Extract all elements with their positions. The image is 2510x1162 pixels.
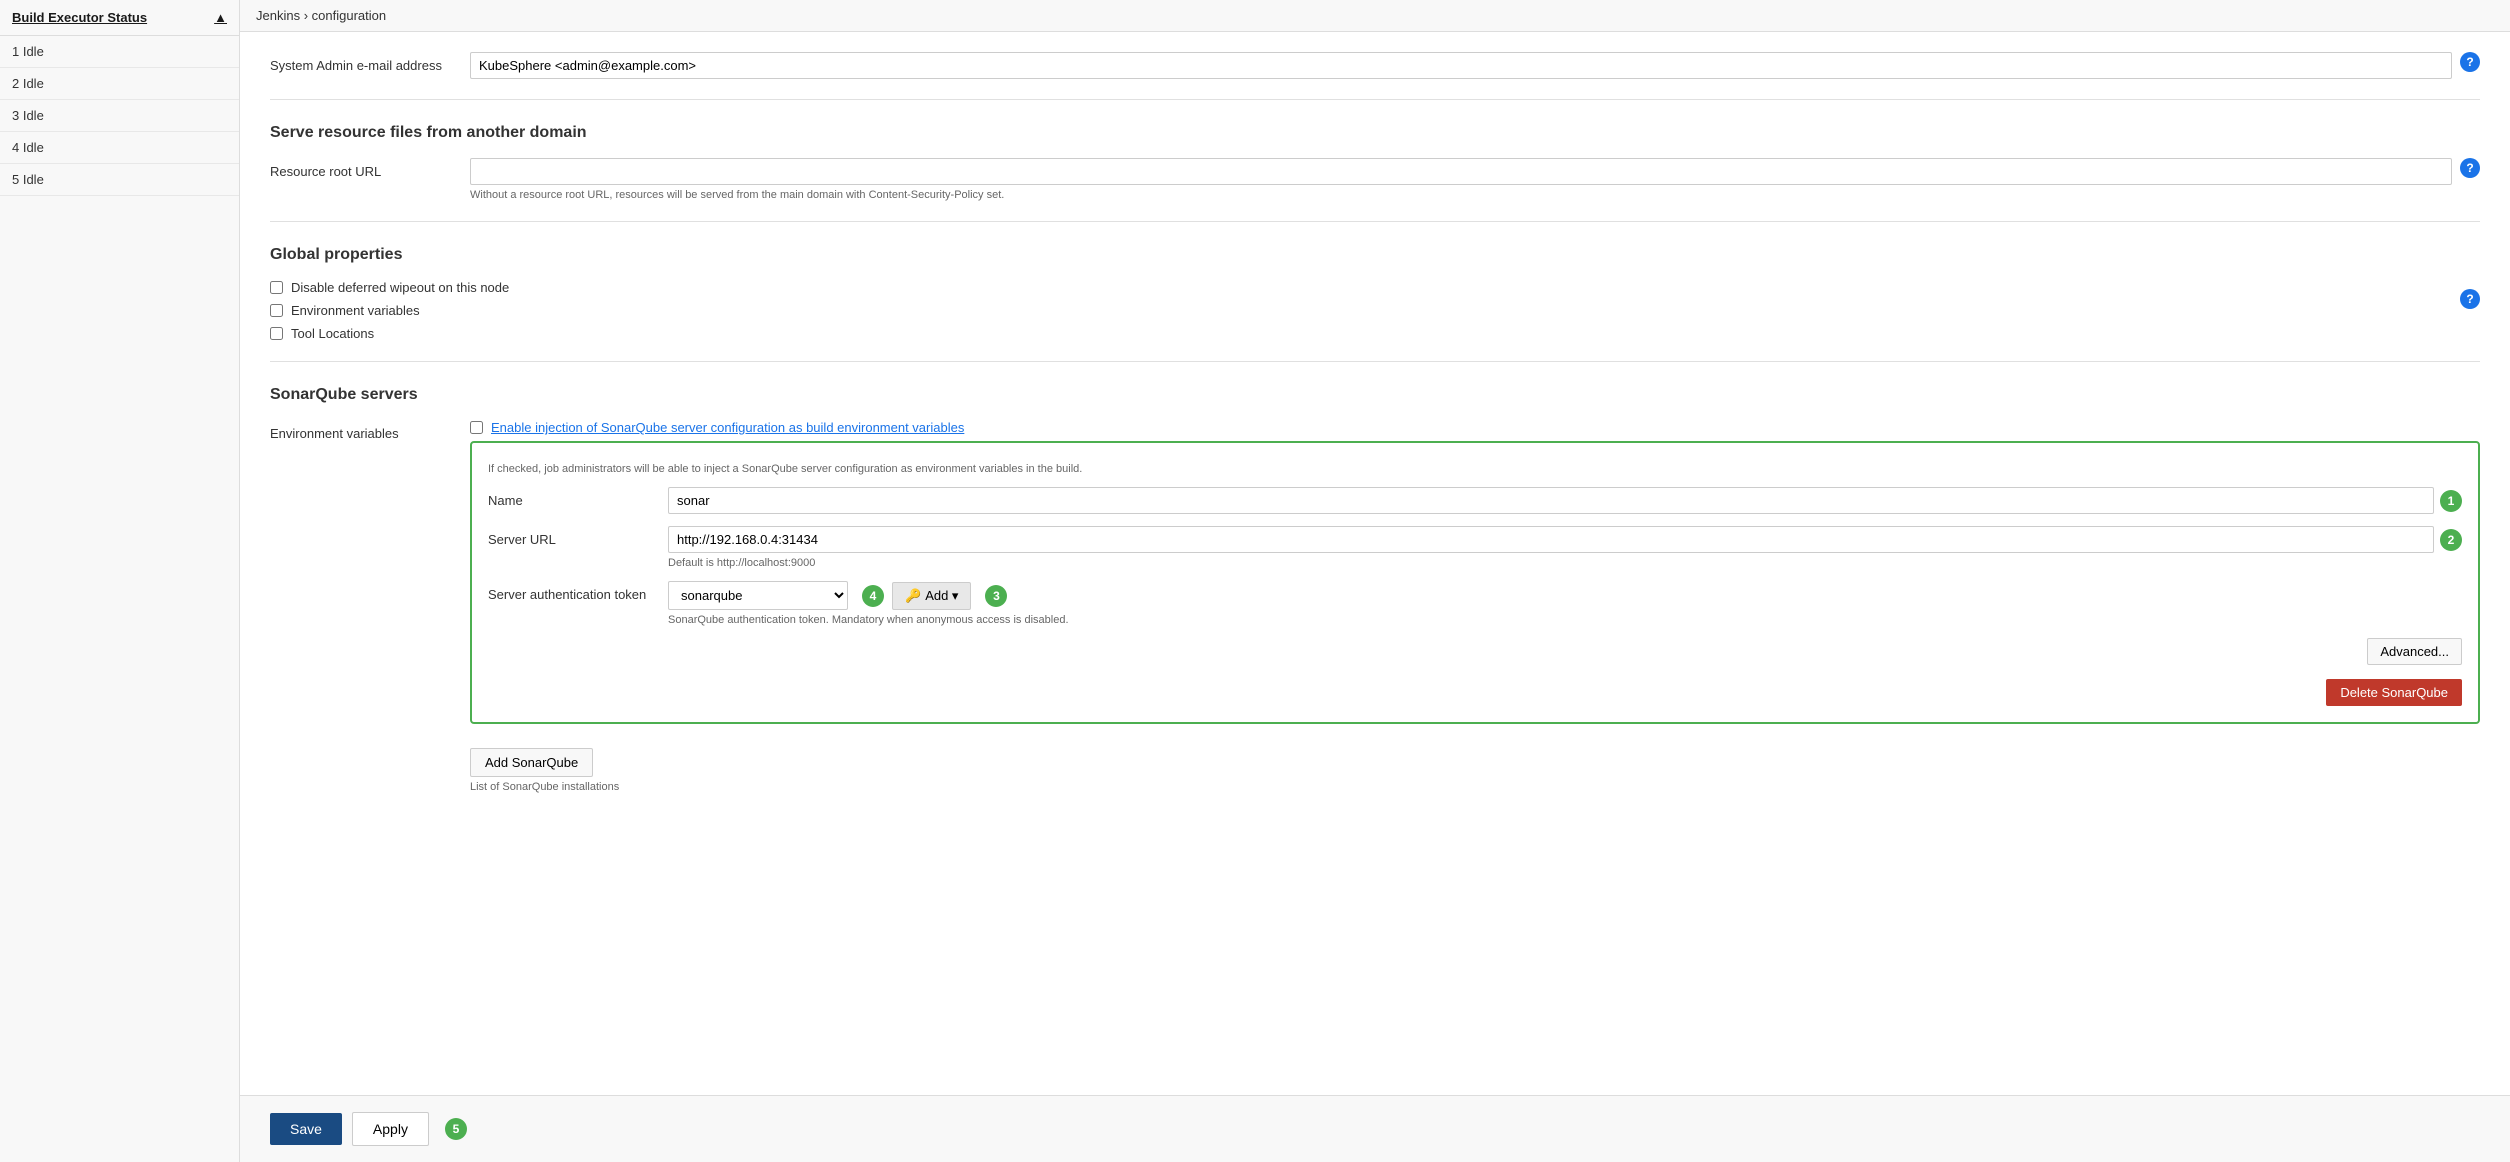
sonar-token-hint: SonarQube authentication token. Mandator… — [668, 614, 2462, 626]
sonar-url-control: 2 Default is http://localhost:9000 — [668, 526, 2462, 569]
resource-url-input[interactable] — [470, 158, 2452, 185]
tool-locations-row: Tool Locations — [270, 326, 2480, 341]
sonarqube-title: SonarQube servers — [270, 386, 2480, 404]
sonar-actions-row: Advanced... — [488, 638, 2462, 665]
sonar-name-label: Name — [488, 487, 668, 508]
resource-url-control: Without a resource root URL, resources w… — [470, 158, 2452, 201]
breadcrumb: Jenkins › configuration — [240, 0, 2510, 32]
sonar-token-select-badge: 4 — [862, 585, 884, 607]
sonar-list-hint: List of SonarQube installations — [470, 781, 2480, 793]
disable-wipeout-checkbox[interactable] — [270, 281, 283, 294]
env-variables-checkbox[interactable] — [270, 304, 283, 317]
env-variables-row: Environment variables — [270, 303, 2480, 318]
sidebar: Build Executor Status ▲ 1 Idle 2 Idle 3 … — [0, 0, 240, 1162]
sidebar-item-1: 1 Idle — [0, 36, 239, 68]
sonar-token-label: Server authentication token — [488, 581, 668, 602]
breadcrumb-configuration: configuration — [312, 8, 386, 23]
sonar-url-row: Server URL 2 Default is http://localhost… — [488, 526, 2462, 569]
sonar-url-hint: Default is http://localhost:9000 — [668, 557, 2462, 569]
sonarqube-section: SonarQube servers Environment variables … — [270, 361, 2480, 793]
sonar-env-checkbox-label: Enable injection of SonarQube server con… — [491, 420, 964, 435]
disable-wipeout-label: Disable deferred wipeout on this node — [291, 280, 509, 295]
advanced-button[interactable]: Advanced... — [2367, 638, 2462, 665]
global-props-title: Global properties — [270, 246, 2480, 264]
disable-wipeout-row: Disable deferred wipeout on this node — [270, 280, 2480, 295]
token-row: sonarqube 4 🔑 Add ▾ 3 — [668, 581, 2462, 610]
sonar-token-row: Server authentication token sonarqube 4 … — [488, 581, 2462, 626]
build-executor-status-label: Build Executor Status — [12, 10, 147, 25]
sonar-env-label: Environment variables — [270, 420, 470, 441]
save-button[interactable]: Save — [270, 1113, 342, 1145]
sonar-name-row: Name 1 — [488, 487, 2462, 514]
sonar-token-select[interactable]: sonarqube — [668, 581, 848, 610]
sysadmin-input[interactable] — [470, 52, 2452, 79]
collapse-icon[interactable]: ▲ — [214, 10, 227, 25]
sidebar-item-4: 4 Idle — [0, 132, 239, 164]
serve-resource-title: Serve resource files from another domain — [270, 124, 2480, 142]
apply-button[interactable]: Apply — [352, 1112, 429, 1146]
sidebar-item-3: 3 Idle — [0, 100, 239, 132]
resource-url-label: Resource root URL — [270, 158, 470, 179]
sonar-token-control: sonarqube 4 🔑 Add ▾ 3 SonarQube a — [668, 581, 2462, 626]
resource-url-help-icon[interactable]: ? — [2460, 158, 2480, 178]
sonar-env-row: Environment variables Enable injection o… — [270, 420, 2480, 793]
key-icon: 🔑 — [905, 588, 921, 604]
sonar-url-input[interactable] — [668, 526, 2434, 553]
footer: Save Apply 5 — [240, 1095, 2510, 1162]
sonar-name-control: 1 — [668, 487, 2462, 514]
sonar-env-hint: If checked, job administrators will be a… — [488, 463, 2462, 475]
breadcrumb-sep: › — [304, 8, 308, 23]
add-btn-label: Add ▾ — [925, 588, 958, 604]
sonar-env-control: Enable injection of SonarQube server con… — [470, 420, 2480, 793]
tool-locations-label: Tool Locations — [291, 326, 374, 341]
apply-badge: 5 — [445, 1118, 467, 1140]
sysadmin-help-icon[interactable]: ? — [2460, 52, 2480, 72]
sidebar-item-2: 2 Idle — [0, 68, 239, 100]
global-props-section: Global properties Disable deferred wipeo… — [270, 221, 2480, 341]
sonar-delete-row: Delete SonarQube — [488, 673, 2462, 706]
sonar-url-label: Server URL — [488, 526, 668, 547]
sysadmin-control — [470, 52, 2452, 79]
delete-sonarqube-button[interactable]: Delete SonarQube — [2326, 679, 2462, 706]
sysadmin-label: System Admin e-mail address — [270, 52, 470, 73]
sonar-add-button[interactable]: 🔑 Add ▾ — [892, 582, 971, 610]
sidebar-item-5: 5 Idle — [0, 164, 239, 196]
sidebar-header[interactable]: Build Executor Status ▲ — [0, 0, 239, 36]
content-area: System Admin e-mail address ? Serve reso… — [240, 32, 2510, 1095]
add-sonar-wrap: Add SonarQube List of SonarQube installa… — [470, 738, 2480, 793]
serve-resource-section: Serve resource files from another domain… — [270, 99, 2480, 201]
resource-url-hint: Without a resource root URL, resources w… — [470, 189, 2452, 201]
sonar-env-checkbox[interactable] — [470, 421, 483, 434]
sonar-url-badge: 2 — [2440, 529, 2462, 551]
global-props-help-icon[interactable]: ? — [2460, 289, 2480, 309]
add-sonarqube-button[interactable]: Add SonarQube — [470, 748, 593, 777]
tool-locations-checkbox[interactable] — [270, 327, 283, 340]
breadcrumb-jenkins[interactable]: Jenkins — [256, 8, 300, 23]
sonar-name-badge: 1 — [2440, 490, 2462, 512]
sonar-name-input[interactable] — [668, 487, 2434, 514]
sonar-add-badge: 3 — [985, 585, 1007, 607]
main-panel: Jenkins › configuration System Admin e-m… — [240, 0, 2510, 1162]
sysadmin-row: System Admin e-mail address ? — [270, 52, 2480, 79]
env-variables-label: Environment variables — [291, 303, 420, 318]
sonarqube-box: If checked, job administrators will be a… — [470, 441, 2480, 724]
resource-url-row: Resource root URL Without a resource roo… — [270, 158, 2480, 201]
